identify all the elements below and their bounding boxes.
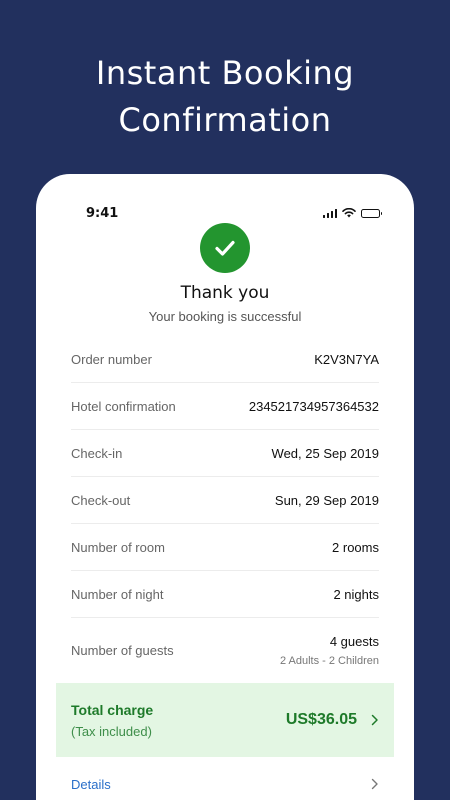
- row-value: 2 nights: [333, 586, 379, 602]
- row-label: Hotel confirmation: [71, 398, 176, 414]
- total-amount: US$36.05: [285, 711, 357, 728]
- row-value: K2V3N7YA: [314, 351, 379, 367]
- row-hotel-confirmation: Hotel confirmation 234521734957364532: [71, 383, 379, 430]
- status-time: 9:41: [86, 206, 119, 221]
- headline-line-1: Instant Booking: [95, 54, 355, 92]
- total-label-group: Total charge (Tax included): [71, 702, 153, 739]
- row-value: 4 guests: [329, 633, 379, 649]
- row-value: Wed, 25 Sep 2019: [271, 445, 379, 461]
- tax-included-note: (Tax included): [71, 723, 152, 739]
- wifi-icon: [342, 208, 356, 218]
- success-check-icon: [200, 223, 250, 273]
- chevron-right-icon: [371, 714, 378, 726]
- row-label: Number of night: [71, 586, 164, 602]
- row-value: 2 rooms: [332, 539, 379, 555]
- status-icons: [322, 208, 382, 218]
- row-check-out: Check-out Sun, 29 Sep 2019: [71, 477, 379, 524]
- chevron-right-icon: [371, 778, 378, 790]
- row-order-number: Order number K2V3N7YA: [71, 336, 379, 383]
- row-value: 234521734957364532: [248, 398, 379, 414]
- row-label: Number of room: [71, 539, 165, 555]
- booking-details-list: Order number K2V3N7YA Hotel confirmation…: [71, 336, 379, 682]
- row-number-of-night: Number of night 2 nights: [71, 571, 379, 618]
- guests-breakdown: 2 Adults - 2 Children: [279, 654, 379, 667]
- row-value: Sun, 29 Sep 2019: [274, 492, 379, 508]
- row-number-of-guests: Number of guests 4 guests 2 Adults - 2 C…: [71, 618, 379, 682]
- row-label: Order number: [71, 351, 152, 367]
- headline-line-2: Confirmation: [118, 101, 332, 139]
- row-label: Check-in: [71, 445, 123, 461]
- row-label: Number of guests: [71, 642, 174, 658]
- details-link[interactable]: Details: [71, 772, 379, 796]
- thank-you-title: Thank you: [180, 283, 270, 303]
- guests-value-group: 4 guests 2 Adults - 2 Children: [280, 634, 379, 667]
- row-number-of-room: Number of room 2 rooms: [71, 524, 379, 571]
- details-link-label: Details: [71, 776, 111, 792]
- battery-icon: [361, 209, 382, 218]
- status-bar: 9:41: [36, 206, 414, 224]
- row-check-in: Check-in Wed, 25 Sep 2019: [71, 430, 379, 477]
- row-label: Check-out: [71, 492, 131, 508]
- signal-icon: [322, 208, 337, 218]
- phone-screen: 9:41 Thank you Your booking is successfu…: [36, 174, 414, 800]
- total-amount-group: US$36.05: [286, 711, 379, 729]
- total-charge-panel[interactable]: Total charge (Tax included) US$36.05: [56, 683, 394, 757]
- total-charge-label: Total charge: [71, 701, 154, 718]
- promo-headline: Instant Booking Confirmation: [0, 50, 450, 144]
- booking-success-subtitle: Your booking is successful: [148, 309, 302, 324]
